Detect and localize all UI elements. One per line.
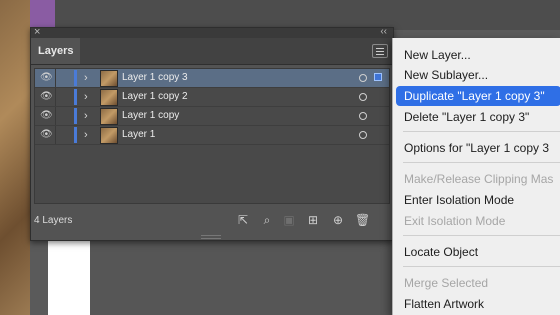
menu-separator xyxy=(403,131,560,132)
menu-item-flatten-artwork[interactable]: Flatten Artwork xyxy=(393,294,560,314)
layer-color-bar xyxy=(74,108,77,124)
layer-row[interactable]: 👁 › Layer 1 xyxy=(35,126,389,145)
layer-thumbnail xyxy=(100,127,118,144)
eye-icon[interactable]: 👁 xyxy=(40,91,53,103)
lock-column[interactable] xyxy=(55,126,56,144)
resize-grip[interactable] xyxy=(201,235,221,239)
layers-list: 👁 › Layer 1 copy 3 👁 › Layer 1 copy 2 👁 … xyxy=(34,68,390,204)
menu-item-locate-object[interactable]: Locate Object xyxy=(393,242,560,262)
layer-count: 4 Layers xyxy=(34,215,73,226)
collapse-icon[interactable]: ‹‹ xyxy=(380,25,387,39)
panel-tab-bar: Layers xyxy=(31,38,393,65)
collect-icon: ▣ xyxy=(283,213,295,227)
layer-thumbnail xyxy=(100,89,118,106)
menu-separator xyxy=(403,266,560,267)
chevron-right-icon[interactable]: › xyxy=(84,71,88,85)
menu-separator xyxy=(403,235,560,236)
panel-footer: 4 Layers ⇱ ⌕ ▣ ⊞ ⊕ 🗑 xyxy=(31,206,393,240)
layer-row[interactable]: 👁 › Layer 1 copy 3 xyxy=(35,69,389,88)
export-icon[interactable]: ⇱ xyxy=(236,213,250,227)
canvas-top xyxy=(0,0,560,30)
target-circle-icon[interactable] xyxy=(359,93,367,101)
lock-column[interactable] xyxy=(55,88,56,106)
trash-icon[interactable]: 🗑 xyxy=(355,213,370,227)
layers-panel: × ‹‹ Layers 👁 › Layer 1 copy 3 👁 › Layer… xyxy=(30,25,394,241)
new-sublayer-icon[interactable]: ⊞ xyxy=(306,213,320,227)
layer-row[interactable]: 👁 › Layer 1 copy 2 xyxy=(35,88,389,107)
layer-row[interactable]: 👁 › Layer 1 copy xyxy=(35,107,389,126)
menu-separator xyxy=(403,162,560,163)
chevron-right-icon[interactable]: › xyxy=(84,109,88,123)
target-circle-icon[interactable] xyxy=(359,112,367,120)
search-icon[interactable]: ⌕ xyxy=(260,213,274,227)
layer-thumbnail xyxy=(100,108,118,125)
chevron-right-icon[interactable]: › xyxy=(84,90,88,104)
layer-name[interactable]: Layer 1 copy 2 xyxy=(122,90,188,104)
selection-indicator[interactable] xyxy=(374,73,382,81)
target-circle-icon[interactable] xyxy=(359,74,367,82)
layer-name[interactable]: Layer 1 xyxy=(122,128,155,142)
layer-thumbnail xyxy=(100,70,118,87)
tab-layers[interactable]: Layers xyxy=(31,38,81,64)
eye-icon[interactable]: 👁 xyxy=(40,72,53,84)
panel-titlebar[interactable]: × ‹‹ xyxy=(31,25,393,39)
lock-column[interactable] xyxy=(55,107,56,125)
layer-name[interactable]: Layer 1 copy xyxy=(122,109,179,123)
menu-item-merge-selected: Merge Selected xyxy=(404,276,489,290)
layer-color-bar xyxy=(74,127,77,143)
lock-column[interactable] xyxy=(55,69,56,87)
eye-icon[interactable]: 👁 xyxy=(40,129,53,141)
close-icon[interactable]: × xyxy=(34,25,40,39)
menu-item-delete[interactable]: Delete "Layer 1 copy 3" xyxy=(393,107,560,127)
menu-item-new-sublayer[interactable]: New Sublayer... xyxy=(393,65,560,85)
panel-menu-icon[interactable] xyxy=(372,44,388,58)
menu-item-new-layer[interactable]: New Layer... xyxy=(393,45,560,65)
menu-item-options[interactable]: Options for "Layer 1 copy 3 xyxy=(393,138,560,158)
new-layer-icon[interactable]: ⊕ xyxy=(331,213,345,227)
layer-color-bar xyxy=(74,70,77,86)
layer-color-bar xyxy=(74,89,77,105)
layers-context-menu: New Layer... New Sublayer... Duplicate "… xyxy=(392,38,560,315)
menu-item-enter-isolation[interactable]: Enter Isolation Mode xyxy=(393,190,560,210)
canvas-white-area xyxy=(48,230,90,315)
chevron-right-icon[interactable]: › xyxy=(84,128,88,142)
canvas-artwork xyxy=(0,0,30,315)
menu-item-clipping-mask: Make/Release Clipping Mas xyxy=(404,172,554,186)
layer-name[interactable]: Layer 1 copy 3 xyxy=(122,71,188,85)
menu-item-exit-isolation: Exit Isolation Mode xyxy=(404,214,506,228)
eye-icon[interactable]: 👁 xyxy=(40,110,53,122)
target-circle-icon[interactable] xyxy=(359,131,367,139)
canvas-background xyxy=(90,240,392,315)
menu-item-duplicate[interactable]: Duplicate "Layer 1 copy 3" xyxy=(396,86,560,106)
